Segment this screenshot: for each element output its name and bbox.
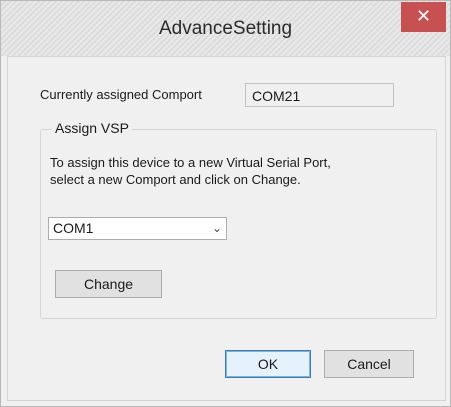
ok-button[interactable]: OK [225, 350, 311, 378]
close-button[interactable]: ✕ [401, 2, 446, 32]
description-line-1: To assign this device to a new Virtual S… [50, 155, 331, 170]
chevron-down-icon[interactable]: ⌄ [212, 218, 222, 239]
current-comport-field: COM21 [245, 83, 394, 107]
close-icon: ✕ [415, 6, 432, 26]
cancel-button[interactable]: Cancel [324, 350, 414, 378]
window-title: AdvanceSetting [158, 18, 293, 39]
dialog-window: AdvanceSetting ✕ Currently assigned Comp… [0, 0, 451, 407]
dialog-body: Currently assigned Comport COM21 Assign … [7, 56, 446, 401]
comport-select-value: COM1 [53, 220, 94, 236]
description-line-2: select a new Comport and click on Change… [50, 172, 301, 187]
assign-description: To assign this device to a new Virtual S… [50, 154, 420, 188]
assign-vsp-legend: Assign VSP [52, 120, 132, 136]
current-comport-label: Currently assigned Comport [40, 87, 202, 102]
change-button[interactable]: Change [55, 270, 162, 298]
comport-select[interactable]: COM1 ⌄ [48, 217, 227, 240]
